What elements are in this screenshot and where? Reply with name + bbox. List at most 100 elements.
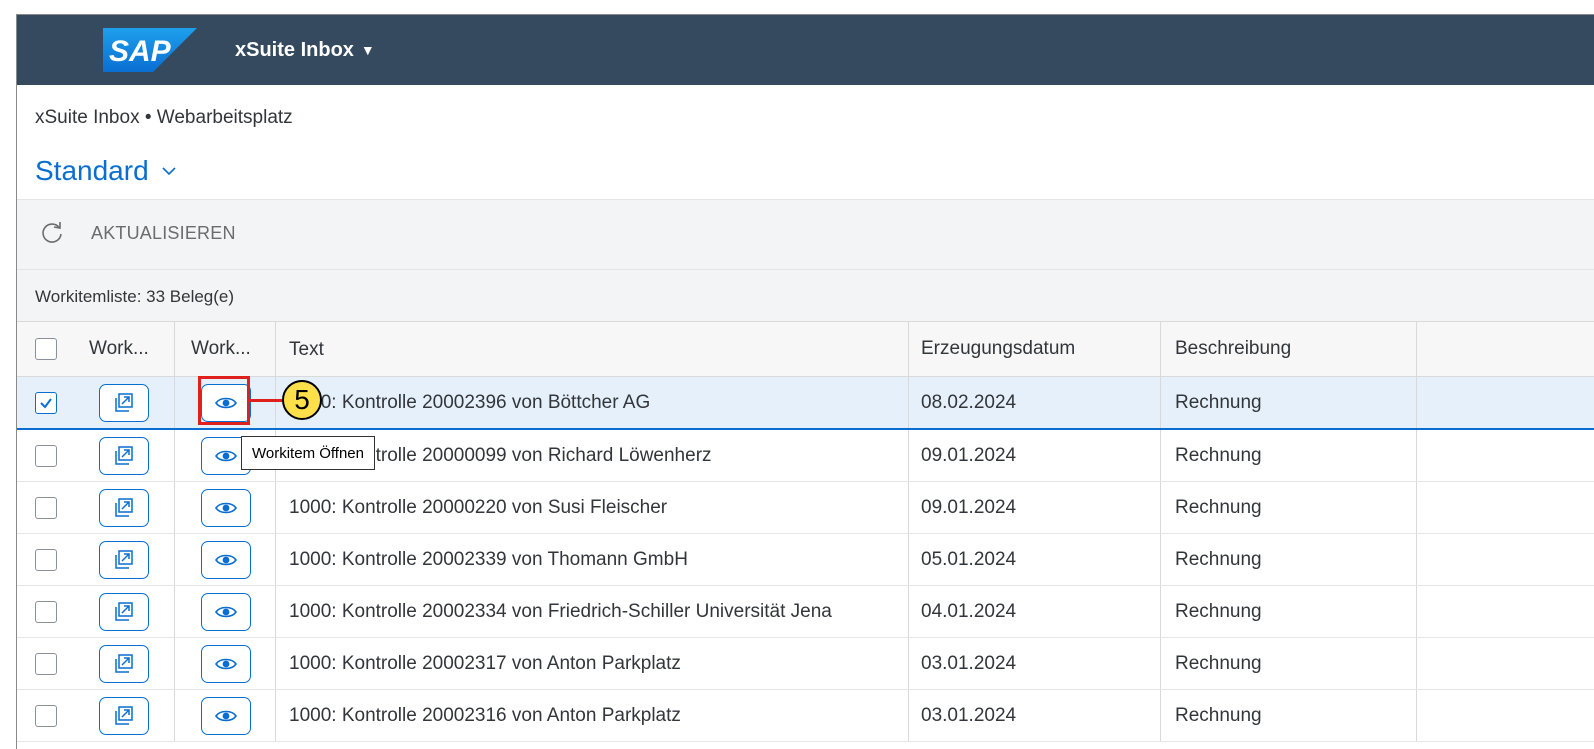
column-divider (1416, 638, 1417, 689)
refresh-icon (42, 222, 62, 243)
row-select-cell (35, 377, 63, 428)
open-in-new-icon (115, 392, 133, 412)
column-divider (174, 638, 175, 689)
workitem-detail-button[interactable] (99, 696, 149, 735)
column-divider (908, 322, 909, 376)
row-description: Rechnung (1175, 444, 1262, 466)
column-divider (275, 322, 276, 376)
shell-bar: SAP xSuite Inbox ▼ (17, 15, 1594, 85)
workitem-detail-button[interactable] (99, 436, 149, 475)
column-divider (1416, 377, 1417, 428)
open-in-new-icon (115, 497, 133, 517)
variant-label: Standard (35, 155, 149, 186)
workitem-detail-button[interactable] (99, 592, 149, 631)
eye-icon (215, 658, 237, 669)
row-checkbox[interactable] (35, 496, 57, 519)
row-checkbox[interactable] (35, 391, 57, 414)
workitem-open-cell (201, 534, 303, 585)
workitem-detail-button[interactable] (99, 383, 149, 422)
column-header[interactable]: Text (289, 322, 909, 376)
row-description: Rechnung (1175, 548, 1262, 570)
workitem-detail-button[interactable] (99, 488, 149, 527)
eye-icon (215, 606, 237, 617)
breadcrumb: xSuite Inbox • Webarbeitsplatz (35, 107, 293, 128)
column-divider (1160, 322, 1161, 376)
eye-icon (215, 554, 237, 565)
app-title-menu[interactable]: xSuite Inbox ▼ (235, 15, 375, 85)
column-divider (174, 482, 175, 533)
refresh-button[interactable]: AKTUALISIEREN (39, 220, 236, 246)
row-description: Rechnung (1175, 391, 1262, 413)
open-in-new-icon (115, 549, 133, 569)
workitem-detail-button[interactable] (99, 644, 149, 683)
check-icon (40, 397, 52, 409)
sap-logo[interactable]: SAP (103, 28, 197, 72)
column-divider (174, 430, 175, 481)
row-select-cell (35, 482, 63, 533)
row-text: 1000: Kontrolle 20002317 von Anton Parkp… (289, 653, 681, 674)
column-divider (275, 482, 276, 533)
row-checkbox[interactable] (35, 704, 57, 727)
column-divider (275, 377, 276, 428)
table-header: Work... Work... Text Erzeugungsdatum Bes… (17, 321, 1594, 377)
column-divider (908, 482, 909, 533)
column-divider (1160, 482, 1161, 533)
workitem-detail-button[interactable] (99, 540, 149, 579)
column-divider (1416, 534, 1417, 585)
column-divider (1160, 534, 1161, 585)
row-checkbox[interactable] (35, 652, 57, 675)
row-checkbox[interactable] (35, 548, 57, 571)
table-row[interactable]: 1000: Kontrolle 20002316 von Anton Parkp… (17, 690, 1594, 742)
column-header[interactable]: Beschreibung (1175, 322, 1405, 376)
workitem-open-button[interactable] (201, 540, 251, 579)
column-divider (1416, 586, 1417, 637)
table-row[interactable]: 1000: Kontrolle 20002396 von Böttcher AG… (17, 377, 1594, 430)
row-date: 03.01.2024 (921, 704, 1017, 726)
row-date: 08.02.2024 (921, 391, 1017, 413)
column-divider (1160, 377, 1161, 428)
column-divider (908, 638, 909, 689)
column-header[interactable]: Work... (191, 322, 293, 376)
column-divider (1160, 586, 1161, 637)
column-divider (275, 690, 276, 741)
workitem-open-button[interactable] (201, 696, 251, 735)
row-date: 09.01.2024 (921, 444, 1017, 466)
header-select-all-cell (35, 322, 63, 376)
table-row[interactable]: 1000: Kontrolle 20000220 von Susi Fleisc… (17, 482, 1594, 534)
workitem-open-button[interactable] (201, 592, 251, 631)
row-description: Rechnung (1175, 496, 1262, 518)
list-title-bar: Workitemliste: 33 Beleg(e) (17, 269, 1594, 322)
row-checkbox[interactable] (35, 444, 57, 467)
refresh-label: AKTUALISIEREN (91, 222, 236, 243)
chevron-down-icon (162, 167, 176, 176)
column-header[interactable]: Erzeugungsdatum (921, 322, 1171, 376)
table-row[interactable]: 1000: Kontrolle 20002339 von Thomann Gmb… (17, 534, 1594, 586)
eye-icon (215, 710, 237, 721)
table-row[interactable]: 1000: Kontrolle 20002317 von Anton Parkp… (17, 638, 1594, 690)
column-header[interactable]: Work... (89, 322, 177, 376)
column-divider (1160, 690, 1161, 741)
row-date: 03.01.2024 (921, 652, 1017, 674)
workitem-open-button[interactable] (201, 488, 251, 527)
list-title: Workitemliste: 33 Beleg(e) (35, 287, 235, 306)
column-divider (275, 534, 276, 585)
workitem-open-button[interactable] (201, 644, 251, 683)
row-description: Rechnung (1175, 704, 1262, 726)
row-date: 05.01.2024 (921, 548, 1017, 570)
row-checkbox[interactable] (35, 600, 57, 623)
variant-selector[interactable]: Standard (35, 155, 177, 187)
table-row[interactable]: 1000: Kontrolle 20002334 von Friedrich-S… (17, 586, 1594, 638)
row-select-cell (35, 638, 63, 689)
eye-icon (215, 502, 237, 513)
table-body: 1000: Kontrolle 20002396 von Böttcher AG… (17, 377, 1594, 742)
open-in-new-icon (115, 653, 133, 673)
row-select-cell (35, 430, 63, 481)
column-divider (275, 586, 276, 637)
workitem-open-cell (201, 638, 303, 689)
row-description: Rechnung (1175, 600, 1262, 622)
column-divider (908, 586, 909, 637)
sap-logo-text: SAP (109, 35, 172, 68)
column-divider (1160, 430, 1161, 481)
column-divider (908, 690, 909, 741)
select-all-checkbox[interactable] (35, 338, 57, 360)
